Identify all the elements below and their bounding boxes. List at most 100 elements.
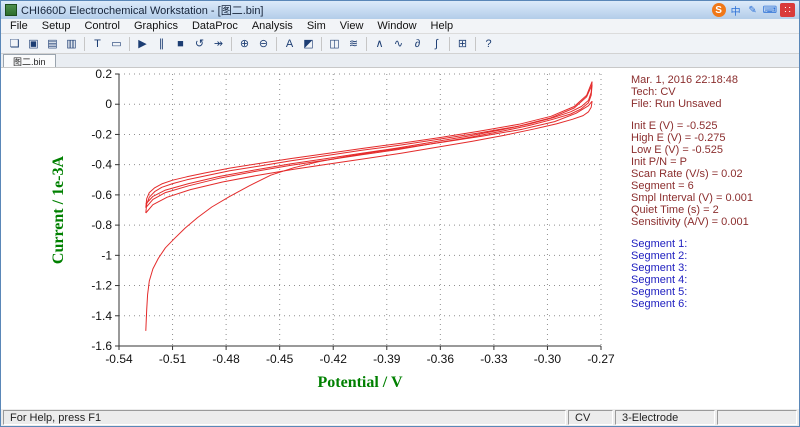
print-icon[interactable]: ▤ [43,35,62,52]
plot-area: -0.54 -0.51 -0.48 -0.45 -0.42 -0.39 -0.36 -0.33… [1,68,799,408]
svg-text:0.2: 0.2 [95,68,112,81]
info-panel: Mar. 1, 2016 22:18:48 Tech: CV File: Run… [631,74,797,310]
app-window: CHI660D Electrochemical Workstation - [图… [0,0,800,427]
pause-icon[interactable]: ∥ [152,35,171,52]
menu-bar: File Setup Control Graphics DataProc Analysis… [1,19,799,34]
data-table-icon[interactable]: ⊞ [453,35,472,52]
menu-file[interactable]: File [3,20,35,32]
colors-icon[interactable]: ◩ [299,35,318,52]
svg-text:-1.2: -1.2 [91,279,112,293]
menu-help[interactable]: Help [424,20,461,32]
toolbar-separator [84,36,85,51]
menu-setup[interactable]: Setup [35,20,78,32]
tick-labels: -0.54 -0.51 -0.48 -0.45 -0.42 -0.39 -0.36 -0.33… [91,68,615,366]
cv-segment-2 [145,101,593,214]
cv-segment-4 [145,84,593,209]
integrate-icon[interactable]: ∫ [427,35,446,52]
menu-dataproc[interactable]: DataProc [185,20,245,32]
document-tab[interactable]: 图二.bin [3,54,56,67]
svg-text:-0.48: -0.48 [212,352,240,366]
parallel-plot-icon[interactable]: ≋ [344,35,363,52]
continue-icon[interactable]: ↠ [209,35,228,52]
svg-text:-0.54: -0.54 [105,352,133,366]
menu-sim[interactable]: Sim [300,20,333,32]
file-line: File: Run Unsaved [631,98,722,110]
svg-text:-0.4: -0.4 [91,158,112,172]
svg-text:-0.30: -0.30 [534,352,562,366]
segment-line: Segment 6: [631,298,688,310]
segment-line: Segment 5: [631,286,688,298]
svg-text:-0.42: -0.42 [320,352,348,366]
copy-icon[interactable]: ▥ [62,35,81,52]
timestamp: Mar. 1, 2016 22:18:48 [631,74,739,86]
zoom-box-icon[interactable]: ▭ [107,35,126,52]
toolbar: ❏ ▣ ▤ ▥ T ▭ ▶ ∥ ■ ↺ ↠ ⊕ ⊖ A ◩ ◫ ≋ ∧ ∿ ∂ ∫ ⊞? [1,34,799,54]
overlay-plot-icon[interactable]: ◫ [325,35,344,52]
window-title: CHI660D Electrochemical Workstation - [图… [21,5,264,17]
zoom-out-icon[interactable]: ⊖ [254,35,273,52]
param-line: Scan Rate (V/s) = 0.02 [631,168,743,180]
svg-text:-0.6: -0.6 [91,188,112,202]
menu-analysis[interactable]: Analysis [245,20,300,32]
app-icon [5,4,17,16]
x-axis-title: Potential / V [317,374,402,391]
toolbox-icon[interactable]: ∷ [780,3,795,17]
segment-line: Segment 3: [631,262,688,274]
parameter-list: Init E (V) = -0.525 High E (V) = -0.275 Lo… [631,120,797,228]
open-folder-icon[interactable]: ❏ [5,35,24,52]
font-icon[interactable]: A [280,35,299,52]
menu-window[interactable]: Window [370,20,423,32]
cv-segment-1 [145,100,593,331]
keyboard-icon[interactable]: ⌨ [763,3,777,17]
svg-text:-1.4: -1.4 [91,309,112,323]
text-tool-icon[interactable]: T [88,35,107,52]
status-technique: CV [568,410,613,425]
sogou-icon[interactable]: S [711,3,726,17]
svg-text:-0.36: -0.36 [427,352,455,366]
stop-icon[interactable]: ■ [171,35,190,52]
reverse-scan-icon[interactable]: ↺ [190,35,209,52]
menu-graphics[interactable]: Graphics [127,20,185,32]
param-line: Sensitivity (A/V) = 0.001 [631,216,749,228]
baseline-icon[interactable]: ∿ [389,35,408,52]
save-icon[interactable]: ▣ [24,35,43,52]
grid [118,73,602,347]
cv-segment-5 [145,81,593,208]
status-electrode-mode: 3-Electrode [615,410,715,425]
param-line: Smpl Interval (V) = 0.001 [631,192,753,204]
menu-view[interactable]: View [333,20,371,32]
svg-text:-1.6: -1.6 [91,339,112,353]
tab-row: 图二.bin [1,54,799,68]
segment-line: Segment 2: [631,250,688,262]
lang-cn-icon[interactable]: 中 [729,3,743,18]
toolbar-separator [276,36,277,51]
y-axis-title: Current / 1e-3A [50,155,67,264]
svg-text:-0.27: -0.27 [587,352,615,366]
segment-line: Segment 1: [631,238,688,250]
zoom-in-icon[interactable]: ⊕ [235,35,254,52]
peak-mark-icon[interactable]: ∧ [370,35,389,52]
toolbar-separator [321,36,322,51]
svg-text:-0.33: -0.33 [480,352,508,366]
svg-text:-0.39: -0.39 [373,352,401,366]
param-line: Low E (V) = -0.525 [631,144,724,156]
toolbar-separator [129,36,130,51]
toolbar-separator [475,36,476,51]
svg-text:-0.8: -0.8 [91,218,112,232]
status-empty-panel [717,410,797,425]
svg-text:-0.45: -0.45 [266,352,294,366]
cv-segment-3 [145,84,593,214]
segment-line: Segment 4: [631,274,688,286]
pen-icon[interactable]: ✎ [746,3,760,17]
axes [115,73,602,350]
cv-curves [145,81,593,331]
param-line: Init P/N = P [631,156,687,168]
context-help-icon[interactable]: ? [479,35,498,52]
param-line: Init E (V) = -0.525 [631,120,718,132]
svg-text:0: 0 [105,97,112,111]
menu-control[interactable]: Control [77,20,126,32]
derivative-icon[interactable]: ∂ [408,35,427,52]
run-icon[interactable]: ▶ [133,35,152,52]
